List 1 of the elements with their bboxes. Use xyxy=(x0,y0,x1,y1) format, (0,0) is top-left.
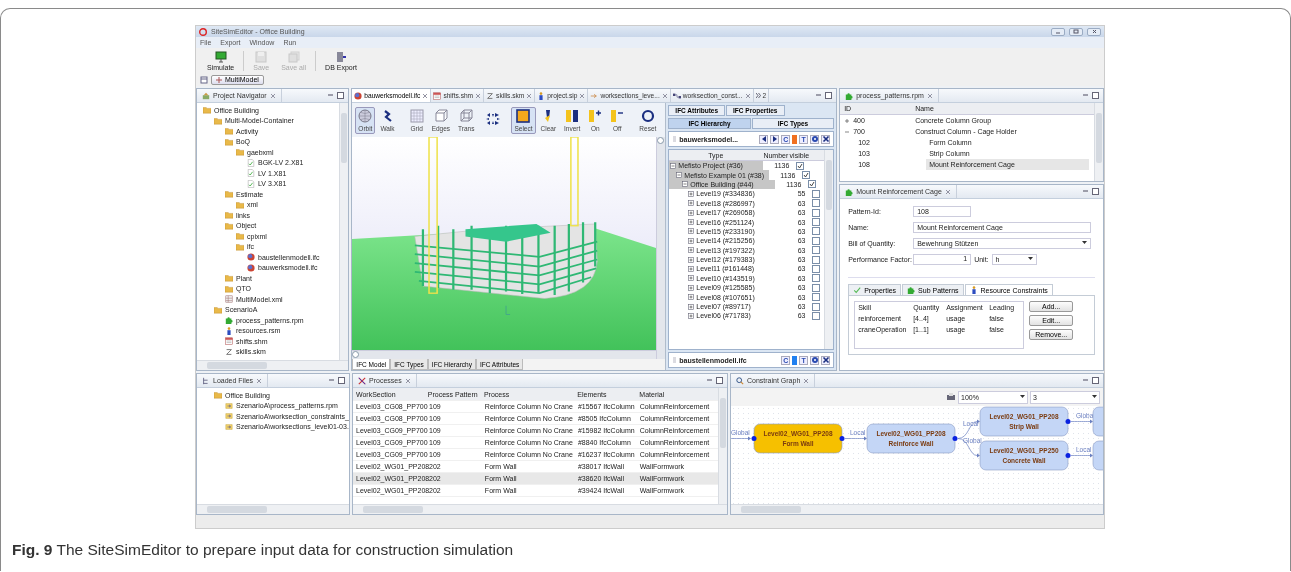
figure-caption: Fig. 9 The SiteSimEditor to prepare input data for construction simulation xyxy=(12,541,515,559)
